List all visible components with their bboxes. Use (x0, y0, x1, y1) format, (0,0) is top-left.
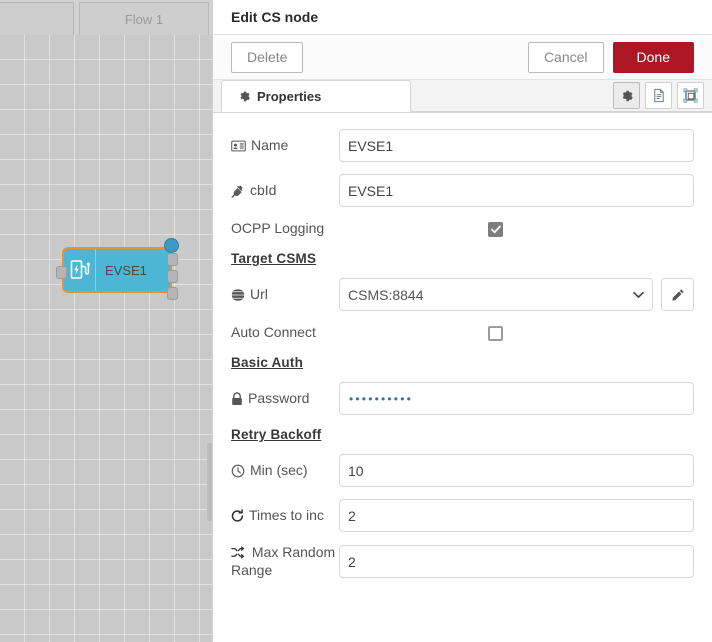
url-select-box: CSMS:8844 (339, 278, 653, 311)
flow-tab-bar: Flow 1 (0, 0, 212, 35)
password-label: Password (231, 390, 339, 408)
section-retry-backoff: Retry Backoff (231, 427, 322, 442)
node-output-port-3[interactable] (167, 287, 178, 300)
ocpp-logging-label: OCPP Logging (231, 220, 339, 238)
form-row-auto-connect: Auto Connect (231, 323, 694, 343)
form-row-name: Name (231, 129, 694, 162)
times-to-inc-label: Times to inc (231, 507, 339, 525)
form-row-cbid: cbId (231, 174, 694, 207)
name-label: Name (231, 137, 339, 155)
refresh-icon (231, 508, 244, 523)
form-row-url: Url CSMS:8844 (231, 278, 694, 311)
canvas-grid[interactable]: EVSE1 (0, 35, 212, 642)
url-label-text: Url (250, 285, 268, 302)
gear-icon (238, 90, 251, 103)
node-output-port-1[interactable] (167, 253, 178, 266)
pencil-icon (671, 288, 685, 302)
node-output-port-2[interactable] (167, 270, 178, 283)
ocpp-logging-checkbox[interactable] (488, 221, 503, 237)
flow-tab-flow-1-label: Flow 1 (124, 11, 164, 27)
auto-connect-label-text: Auto Connect (231, 324, 316, 341)
password-label-text: Password (248, 389, 310, 406)
done-button[interactable]: Done (612, 41, 694, 73)
form-row-min-sec: Min (sec) (231, 454, 694, 487)
properties-tool-button[interactable] (613, 82, 640, 109)
section-basic-auth: Basic Auth (231, 355, 304, 370)
flow-tab-flow-1[interactable]: Flow 1 (79, 2, 209, 35)
ocpp-logging-checkbox-wrap (339, 221, 694, 237)
id-card-icon (231, 140, 246, 152)
name-input[interactable] (339, 129, 694, 162)
node-status-dot (164, 238, 179, 253)
url-select-wrap: CSMS:8844 (339, 278, 694, 311)
dialog-title: Edit CS node (231, 9, 319, 25)
edit-node-dialog: Edit CS node Delete Cancel Done Properti… (207, 0, 712, 642)
max-random-range-label: Max Random Range (231, 544, 339, 579)
ocpp-logging-label-text: OCPP Logging (231, 220, 325, 237)
name-label-text: Name (251, 136, 289, 153)
dialog-tab-bar: Properties (213, 80, 712, 113)
url-label: Url (231, 286, 339, 304)
auto-connect-checkbox-wrap (339, 325, 694, 341)
globe-icon (231, 287, 245, 302)
times-to-inc-input[interactable] (339, 499, 694, 532)
form-row-ocpp-logging: OCPP Logging (231, 219, 694, 239)
tab-properties-label: Properties (257, 88, 322, 104)
dialog-action-bar: Delete Cancel Done (213, 35, 712, 80)
ev-charging-station-icon (64, 249, 96, 291)
auto-connect-checkbox[interactable] (488, 325, 503, 341)
cbid-label-text: cbId (250, 181, 277, 198)
flow-tab-0[interactable] (0, 2, 74, 35)
password-input[interactable]: •••••••••• (339, 382, 694, 415)
form-row-password: Password •••••••••• (231, 382, 694, 415)
auto-connect-label: Auto Connect (231, 324, 339, 342)
appearance-tool-button[interactable] (677, 82, 704, 109)
flow-canvas[interactable]: Flow 1 EVSE1 (0, 0, 212, 642)
min-sec-label-text: Min (sec) (250, 461, 308, 478)
min-sec-label: Min (sec) (231, 462, 339, 480)
description-tool-button[interactable] (645, 82, 672, 109)
clock-icon (231, 464, 245, 478)
cbid-input[interactable] (339, 174, 694, 207)
node-evse1[interactable]: EVSE1 (56, 238, 179, 300)
lock-icon (231, 391, 243, 406)
shuffle-icon (231, 546, 245, 559)
section-target-csms: Target CSMS (231, 251, 317, 266)
times-to-inc-label-text: Times to inc (249, 506, 324, 523)
max-random-range-input[interactable] (339, 545, 694, 578)
form-row-max-random-range: Max Random Range (231, 544, 694, 579)
node-label: EVSE1 (105, 262, 147, 278)
url-select[interactable]: CSMS:8844 (339, 278, 653, 311)
cancel-button[interactable]: Cancel (527, 41, 604, 73)
plug-icon (231, 184, 245, 198)
dialog-header: Edit CS node (213, 0, 712, 35)
gear-icon (620, 89, 634, 103)
node-red-editor: Flow 1 EVSE1 Edit CS node Delete Cancel … (0, 0, 712, 642)
delete-button[interactable]: Delete (231, 41, 304, 73)
url-edit-button[interactable] (661, 278, 694, 311)
tab-properties[interactable]: Properties (221, 80, 411, 112)
min-sec-input[interactable] (339, 454, 694, 487)
appearance-icon (683, 88, 698, 103)
properties-form: Name cbId (213, 113, 712, 641)
document-icon (652, 88, 666, 103)
form-row-times-to-inc: Times to inc (231, 499, 694, 532)
dialog-resize-handle[interactable] (207, 443, 212, 521)
max-random-range-label-text: Max Random Range (231, 544, 336, 578)
dialog-tool-buttons (613, 82, 704, 109)
cbid-label: cbId (231, 182, 339, 200)
node-input-port[interactable] (56, 266, 67, 279)
